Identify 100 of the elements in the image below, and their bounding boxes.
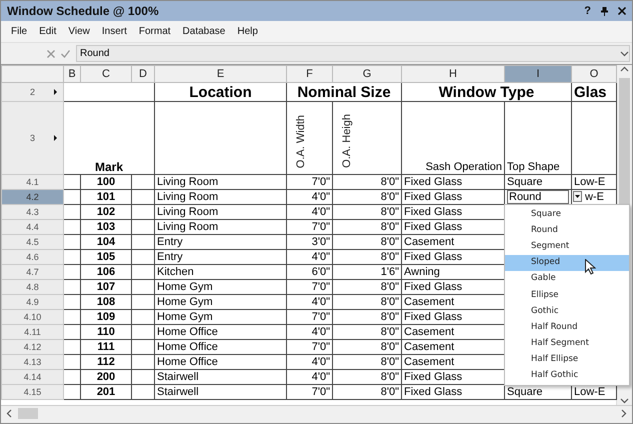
- table-cell: 8'0": [332, 370, 402, 384]
- header-cell: Mark: [64, 102, 154, 174]
- column-header[interactable]: B: [64, 66, 80, 82]
- chevron-left-icon[interactable]: [5, 409, 14, 418]
- row-header[interactable]: 4.5: [2, 234, 64, 250]
- table-cell: 4'0": [286, 294, 332, 310]
- table-cell: 8'0": [332, 340, 402, 354]
- table-cell: 6'0": [286, 264, 332, 280]
- cell-editor[interactable]: Round: [507, 190, 569, 204]
- dropdown-item[interactable]: Square: [505, 206, 629, 222]
- cursor-icon: [585, 258, 596, 275]
- table-cell: 7'0": [286, 310, 332, 324]
- table-cell: 104: [80, 234, 132, 250]
- table-cell: 4'0": [286, 354, 332, 370]
- dropdown-item[interactable]: Round: [505, 222, 629, 238]
- horizontal-scrollbar[interactable]: [1, 405, 632, 421]
- scroll-thumb[interactable]: [18, 408, 38, 419]
- column-header[interactable]: O: [572, 66, 616, 82]
- pin-icon[interactable]: [601, 6, 608, 16]
- table-cell: Stairwell: [154, 384, 286, 400]
- table-cell: 8'0": [332, 220, 402, 234]
- dropdown-button[interactable]: [573, 191, 582, 202]
- dropdown-item[interactable]: Segment: [505, 238, 629, 255]
- menu-item[interactable]: Help: [231, 26, 264, 37]
- row-header[interactable]: 4.2: [2, 190, 64, 204]
- row-header[interactable]: 4.9: [2, 294, 64, 310]
- chevron-right-icon[interactable]: [619, 409, 628, 418]
- table-cell: 3'0": [286, 234, 332, 250]
- menu-item[interactable]: File: [5, 26, 34, 37]
- table-cell: Living Room: [154, 190, 286, 204]
- table-cell: 102: [80, 204, 132, 220]
- row-header[interactable]: 4.10: [2, 310, 64, 324]
- formula-field[interactable]: Round: [76, 45, 630, 62]
- row-header[interactable]: 4.6: [2, 250, 64, 264]
- table-cell: Home Gym: [154, 310, 286, 324]
- table-cell: 106: [80, 264, 132, 280]
- table-cell: 100: [80, 174, 132, 190]
- dropdown-item[interactable]: Ellipse: [505, 286, 629, 304]
- menu-item[interactable]: Edit: [33, 26, 62, 37]
- menu-item[interactable]: Insert: [96, 26, 133, 37]
- table-cell: Fixed Glass: [402, 220, 504, 234]
- table-cell: Home Gym: [154, 280, 286, 294]
- menu-item[interactable]: Database: [176, 26, 232, 37]
- row-marker-icon: [54, 89, 57, 95]
- table-cell: 109: [80, 310, 132, 324]
- header-cell: Location: [154, 82, 286, 102]
- table-cell: 1'6": [332, 264, 402, 280]
- table-cell: 8'0": [332, 280, 402, 294]
- table-cell: Fixed Glass: [402, 280, 504, 294]
- row-header[interactable]: 4.13: [2, 354, 64, 370]
- row-header[interactable]: 3: [30, 132, 35, 144]
- table-cell: Home Office: [154, 340, 286, 354]
- table-cell: 8'0": [332, 234, 402, 250]
- help-button[interactable]: ?: [584, 5, 591, 17]
- table-cell: Living Room: [154, 174, 286, 190]
- table-cell: Home Gym: [154, 294, 286, 310]
- row-header[interactable]: 4.7: [2, 264, 64, 280]
- table-cell: 8'0": [332, 354, 402, 370]
- table-cell: 8'0": [332, 324, 402, 340]
- column-header[interactable]: I: [504, 66, 572, 82]
- row-header[interactable]: 2: [30, 86, 35, 98]
- table-cell: 8'0": [332, 204, 402, 220]
- close-icon[interactable]: [618, 7, 626, 15]
- chevron-down-icon[interactable]: [620, 49, 629, 58]
- table-cell: 201: [80, 384, 132, 400]
- row-header[interactable]: 4.12: [2, 340, 64, 354]
- column-header[interactable]: E: [154, 66, 286, 82]
- menu-item[interactable]: Format: [132, 26, 177, 37]
- table-cell: 110: [80, 324, 132, 340]
- table-cell: Awning: [402, 264, 504, 280]
- column-header[interactable]: C: [80, 66, 132, 82]
- dropdown-item[interactable]: Gothic: [505, 303, 629, 320]
- chevron-down-icon[interactable]: [620, 396, 629, 405]
- dropdown-item[interactable]: Half Round: [505, 319, 629, 336]
- table-cell: Living Room: [154, 204, 286, 220]
- table-cell: 200: [80, 370, 132, 384]
- row-header[interactable]: 4.11: [2, 324, 64, 340]
- column-header[interactable]: F: [286, 66, 332, 82]
- table-cell: 7'0": [286, 280, 332, 294]
- column-header[interactable]: H: [402, 66, 504, 82]
- row-header[interactable]: 4.3: [2, 204, 64, 220]
- table-cell: 111: [80, 340, 132, 354]
- row-header[interactable]: 4.4: [2, 220, 64, 234]
- row-header[interactable]: 4.14: [2, 370, 64, 384]
- row-header[interactable]: 4.8: [2, 280, 64, 294]
- dropdown-item[interactable]: Sloped: [505, 254, 629, 271]
- dropdown-item[interactable]: Half Ellipse: [505, 352, 629, 368]
- dropdown-item[interactable]: Gable: [505, 270, 629, 287]
- dropdown-item[interactable]: Half Gothic: [505, 368, 629, 384]
- column-header[interactable]: G: [332, 66, 402, 82]
- row-header[interactable]: 4.15: [2, 384, 64, 400]
- checkmark-icon[interactable]: [61, 50, 70, 58]
- menu-item[interactable]: View: [62, 26, 96, 37]
- table-cell: 7'0": [286, 340, 332, 354]
- header-cell: Sash Operation: [402, 102, 504, 174]
- dropdown-item[interactable]: Half Segment: [505, 336, 629, 352]
- chevron-up-icon[interactable]: [620, 65, 629, 74]
- column-header[interactable]: D: [132, 66, 154, 82]
- table-cell: Fixed Glass: [402, 310, 504, 324]
- row-header[interactable]: 4.1: [2, 174, 64, 190]
